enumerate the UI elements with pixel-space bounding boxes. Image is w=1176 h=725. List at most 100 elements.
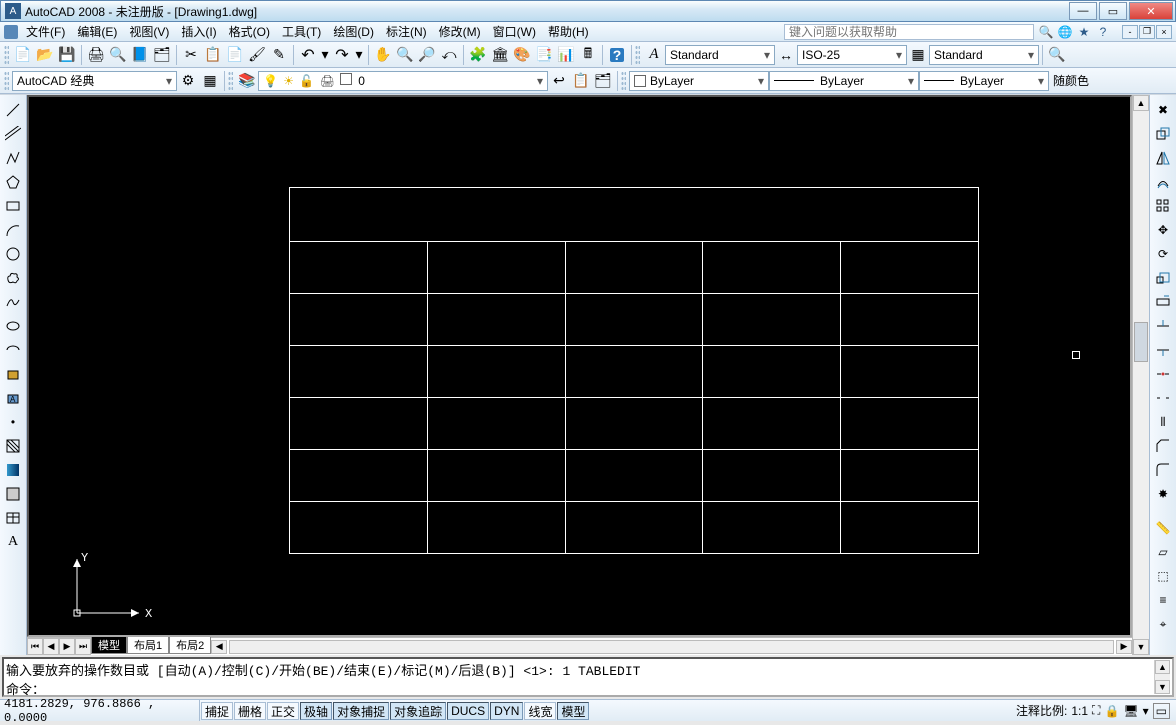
menu-window[interactable]: 窗口(W) [487, 21, 542, 42]
open-button[interactable] [34, 44, 56, 66]
cut-button[interactable]: ✂ [180, 44, 202, 66]
extend-button[interactable] [1152, 339, 1174, 361]
make-block-button[interactable]: A [2, 387, 24, 409]
zoom-realtime-button[interactable]: 🔍 [394, 44, 416, 66]
menu-tools[interactable]: 工具(T) [276, 21, 327, 42]
break-button[interactable] [1152, 387, 1174, 409]
cmd-scroll-up[interactable]: ▲ [1155, 660, 1170, 674]
tab-layout2[interactable]: 布局2 [169, 637, 211, 654]
chamfer-button[interactable] [1152, 435, 1174, 457]
quickcalc-button[interactable]: 🖩 [577, 44, 599, 66]
cmd-vscrollbar[interactable]: ▲ ▼ [1154, 660, 1170, 694]
workspace-settings-button[interactable]: ⚙ [177, 70, 199, 92]
dim-style-combo[interactable]: ISO-25▾ [797, 45, 907, 65]
menubar-grip[interactable] [4, 25, 18, 39]
text-style-button[interactable]: A [643, 44, 665, 66]
lineweight-combo[interactable]: ByLayer ▾ [919, 71, 1049, 91]
gradient-button[interactable] [2, 459, 24, 481]
erase-button[interactable]: ✖ [1152, 99, 1174, 121]
anno-scale-value[interactable]: 1:1 [1071, 704, 1088, 718]
block-editor-button[interactable]: ✎ [268, 44, 290, 66]
clean-screen-icon[interactable]: ▭ [1153, 703, 1170, 719]
drawing-canvas[interactable]: X Y [27, 95, 1132, 637]
toolbar-grip[interactable] [4, 45, 9, 65]
menu-dimension[interactable]: 标注(N) [380, 21, 433, 42]
layer-states-button[interactable]: 📋 [570, 70, 592, 92]
tab-model[interactable]: 模型 [91, 637, 127, 654]
command-prompt[interactable]: 命令： [6, 679, 1154, 698]
dim-style-button[interactable]: ↔ [775, 44, 797, 66]
explode-button[interactable]: ✸ [1152, 483, 1174, 505]
workspace-save-button[interactable]: ▦ [199, 70, 221, 92]
menu-edit[interactable]: 编辑(E) [71, 21, 123, 42]
status-ducs[interactable]: DUCS [447, 702, 489, 720]
plot-button[interactable] [85, 44, 107, 66]
trim-button[interactable] [1152, 315, 1174, 337]
plot-preview-button[interactable]: 🔍 [107, 44, 129, 66]
help-button[interactable] [606, 44, 628, 66]
mirror-button[interactable] [1152, 147, 1174, 169]
arc-button[interactable] [2, 219, 24, 241]
circle-button[interactable] [2, 243, 24, 265]
anno-visibility-icon[interactable]: ⛶ [1092, 703, 1100, 718]
vscroll-thumb[interactable] [1134, 322, 1148, 362]
status-dyn[interactable]: DYN [490, 702, 523, 720]
drawn-table-object[interactable] [289, 187, 979, 554]
line-button[interactable] [2, 99, 24, 121]
hscroll-right-button[interactable]: ▶ [1116, 640, 1132, 654]
status-snap[interactable]: 捕捉 [201, 702, 233, 720]
break-at-point-button[interactable] [1152, 363, 1174, 385]
ssm-button[interactable]: 📑 [533, 44, 555, 66]
text-style-combo[interactable]: Standard▾ [665, 45, 775, 65]
menu-modify[interactable]: 修改(M) [433, 21, 487, 42]
mdi-close-button[interactable]: × [1156, 25, 1172, 39]
status-model[interactable]: 模型 [557, 702, 589, 720]
menu-draw[interactable]: 绘图(D) [327, 21, 380, 42]
spline-button[interactable] [2, 291, 24, 313]
design-center-button[interactable]: 🏛 [489, 44, 511, 66]
vscroll-up-button[interactable]: ▲ [1133, 95, 1149, 111]
scale-button[interactable] [1152, 267, 1174, 289]
matchprop-button[interactable]: 🖌 [246, 44, 268, 66]
new-button[interactable] [12, 44, 34, 66]
color-combo[interactable]: ByLayer ▾ [629, 71, 769, 91]
paste-button[interactable]: 📄 [224, 44, 246, 66]
tab-next-button[interactable]: ▶ [59, 638, 75, 655]
menu-format[interactable]: 格式(O) [223, 21, 276, 42]
vscroll-down-button[interactable]: ▼ [1133, 639, 1149, 655]
tool-palettes-button[interactable]: 🎨 [511, 44, 533, 66]
layer-previous-button[interactable]: ↩ [548, 70, 570, 92]
hatch-button[interactable] [2, 435, 24, 457]
mdi-minimize-button[interactable]: - [1122, 25, 1138, 39]
vscrollbar[interactable]: ▲ ▼ [1132, 95, 1149, 655]
mtext-button[interactable]: A [2, 531, 24, 553]
offset-button[interactable] [1152, 171, 1174, 193]
ellipse-button[interactable] [2, 315, 24, 337]
copy-button[interactable]: 📋 [202, 44, 224, 66]
rotate-button[interactable]: ⟳ [1152, 243, 1174, 265]
id-point-button[interactable]: ⌖ [1152, 613, 1174, 635]
workspace-combo[interactable]: AutoCAD 经典▾ [12, 71, 177, 91]
infocenter-icon[interactable]: ? [1095, 24, 1111, 40]
status-ortho[interactable]: 正交 [267, 702, 299, 720]
array-button[interactable] [1152, 195, 1174, 217]
join-button[interactable]: ⫴ [1152, 411, 1174, 433]
status-tray-dropdown[interactable]: ▾ [1143, 704, 1149, 718]
region-button[interactable] [2, 483, 24, 505]
mdi-restore-button[interactable]: ❐ [1139, 25, 1155, 39]
point-button[interactable]: • [2, 411, 24, 433]
cmd-scroll-down[interactable]: ▼ [1155, 680, 1170, 694]
hscrollbar[interactable] [229, 640, 1114, 654]
toolbar-grip[interactable] [4, 71, 9, 91]
redo-dropdown[interactable]: ▾ [353, 44, 365, 66]
sheet-set-button[interactable]: 🗂 [151, 44, 173, 66]
anno-autoscale-icon[interactable]: 🔒 [1104, 704, 1119, 718]
pan-button[interactable]: ✋ [372, 44, 394, 66]
copy-obj-button[interactable] [1152, 123, 1174, 145]
status-otrack[interactable]: 对象追踪 [390, 702, 446, 720]
help-search-input[interactable] [784, 24, 1034, 40]
revcloud-button[interactable] [2, 267, 24, 289]
toolbar-grip[interactable] [621, 71, 626, 91]
rectangle-button[interactable] [2, 195, 24, 217]
status-coordinates[interactable]: 4181.2829, 976.8866 , 0.0000 [0, 700, 200, 721]
